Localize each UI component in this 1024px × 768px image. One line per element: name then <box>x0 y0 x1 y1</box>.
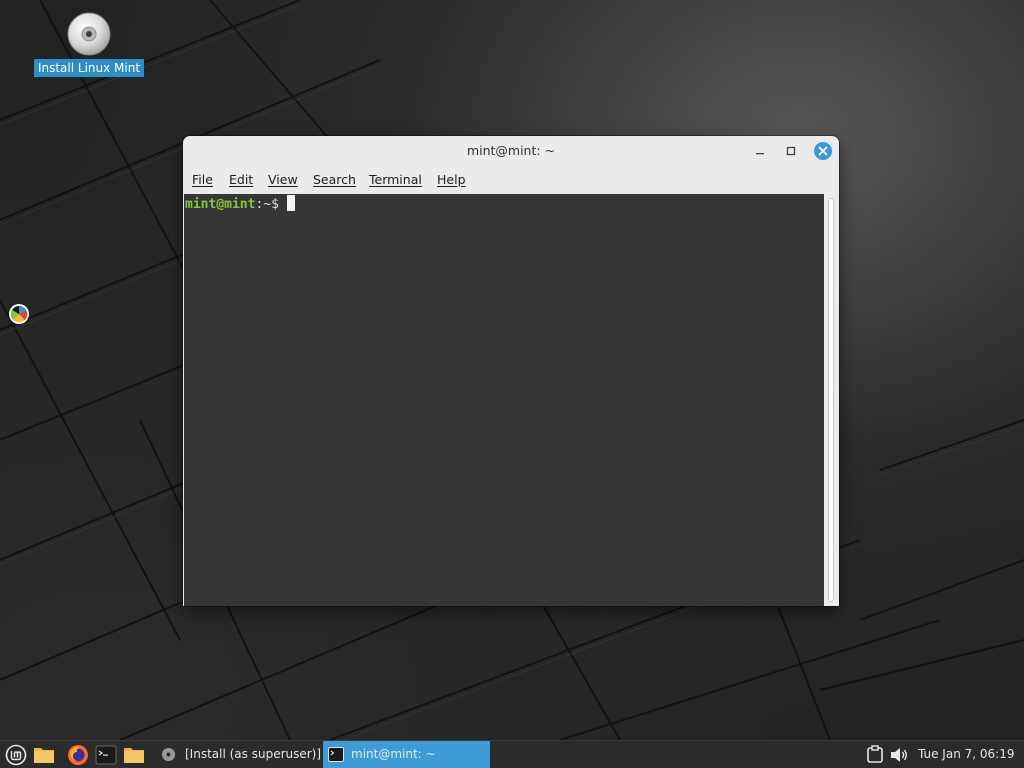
window-titlebar[interactable]: mint@mint: ~ <box>183 136 839 166</box>
desktop-icon-label: Install Linux Mint <box>33 59 145 77</box>
vertical-scrollbar[interactable] <box>824 194 839 606</box>
menu-terminal[interactable]: Terminal <box>369 172 422 187</box>
menu-help[interactable]: Help <box>437 172 466 187</box>
menu-view[interactable]: View <box>268 172 298 187</box>
shell-prompt: mint@mint:~$ <box>185 195 295 214</box>
desktop-icon-install-linux-mint[interactable]: Install Linux Mint <box>30 12 148 77</box>
text-cursor <box>286 195 295 211</box>
dvd-disc-icon <box>67 12 111 56</box>
files-folder-icon[interactable] <box>33 744 55 766</box>
task-label: mint@mint: ~ <box>351 747 436 761</box>
taskbar: [Install (as superuser)] mint@mint: ~ Tu… <box>0 740 1024 768</box>
terminal-output[interactable]: mint@mint:~$ <box>184 194 824 606</box>
prompt-user: mint@mint <box>185 197 256 212</box>
prompt-path: :~$ <box>255 197 279 212</box>
maximize-button[interactable] <box>781 141 801 161</box>
menu-edit[interactable]: Edit <box>229 172 253 187</box>
close-button[interactable] <box>813 141 833 161</box>
firefox-icon[interactable] <box>67 744 89 766</box>
scrollbar-thumb[interactable] <box>828 198 834 602</box>
maximize-icon <box>786 146 796 156</box>
network-icon[interactable] <box>864 744 886 766</box>
terminal-icon[interactable] <box>95 744 117 766</box>
menu-bar: File Edit View Search Terminal Help <box>183 168 839 192</box>
desktop: Install Linux Mint mint@mint: ~ File Edi… <box>0 0 1024 768</box>
task-label: [Install (as superuser)] <box>185 747 322 761</box>
terminal-icon <box>328 747 344 762</box>
disc-icon <box>161 747 176 762</box>
files-folder-icon[interactable] <box>123 744 145 766</box>
menu-file[interactable]: File <box>192 172 213 187</box>
clock[interactable]: Tue Jan 7, 06:19 <box>918 747 1014 761</box>
menu-search[interactable]: Search <box>313 172 356 187</box>
terminal-window[interactable]: mint@mint: ~ File Edit View Search Termi… <box>183 136 839 606</box>
window-title: mint@mint: ~ <box>466 143 556 158</box>
linux-mint-menu-icon[interactable] <box>5 744 27 766</box>
color-wheel-icon[interactable] <box>8 303 30 325</box>
minimize-button[interactable] <box>750 141 770 161</box>
taskbar-task-install[interactable]: [Install (as superuser)] <box>155 741 321 768</box>
volume-icon[interactable] <box>888 744 910 766</box>
minimize-icon <box>756 153 764 155</box>
taskbar-task-terminal[interactable]: mint@mint: ~ <box>323 741 490 768</box>
